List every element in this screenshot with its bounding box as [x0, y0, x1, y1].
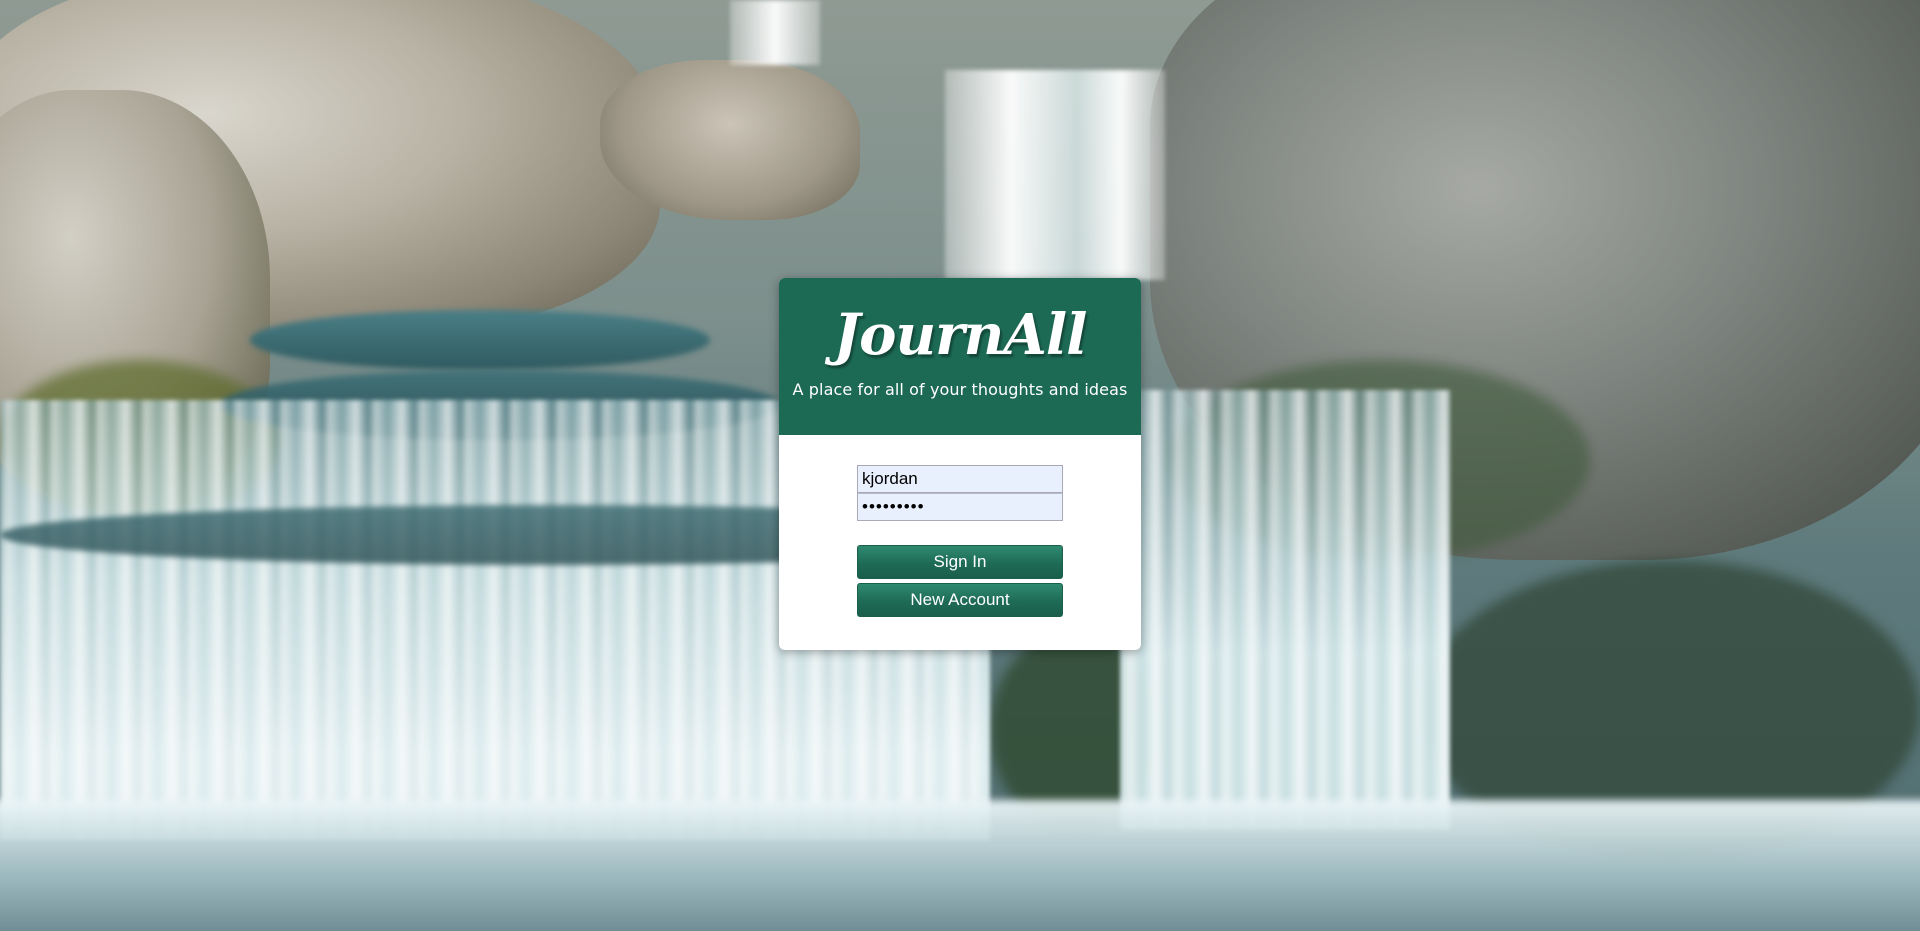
- login-form: Sign In New Account: [779, 435, 1141, 617]
- app-tagline: A place for all of your thoughts and ide…: [792, 380, 1128, 399]
- credentials-group: [857, 465, 1063, 521]
- username-input[interactable]: [857, 465, 1063, 493]
- sign-in-button[interactable]: Sign In: [857, 545, 1063, 579]
- app-logo: JournAll: [833, 302, 1088, 368]
- password-input[interactable]: [857, 493, 1063, 521]
- login-card: JournAll A place for all of your thought…: [779, 278, 1141, 650]
- new-account-button[interactable]: New Account: [857, 583, 1063, 617]
- login-card-header: JournAll A place for all of your thought…: [779, 278, 1141, 435]
